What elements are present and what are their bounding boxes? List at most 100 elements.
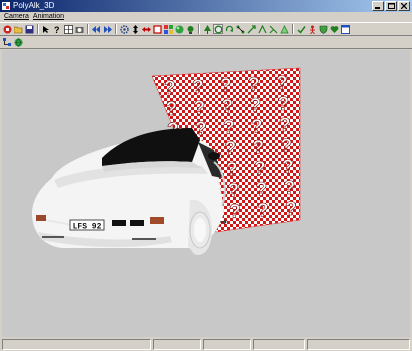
3d-viewport[interactable]: ??????????????????????????????????? — [2, 50, 410, 337]
scene-canvas: ??????????????????????????????????? — [32, 67, 301, 255]
cursor-icon — [42, 25, 49, 33]
status-pane-3 — [203, 339, 251, 350]
tool-button-8[interactable] — [91, 24, 101, 34]
texture-glyph: ? — [253, 137, 265, 158]
open-button[interactable] — [13, 24, 23, 34]
tool-button-28[interactable] — [329, 24, 339, 34]
tool-button-30[interactable] — [2, 37, 12, 47]
texture-glyph: ? — [229, 202, 241, 223]
tree-view-icon — [2, 37, 11, 46]
texture-glyph: ? — [192, 77, 204, 98]
texture-glyph: ? — [278, 94, 290, 115]
tool-button-22[interactable] — [257, 24, 267, 34]
stop-button[interactable] — [2, 24, 12, 34]
tree-icon — [203, 24, 211, 34]
window-title: PolyAlk_3D — [13, 1, 55, 10]
status-pane-4 — [252, 339, 305, 350]
close-button[interactable] — [398, 1, 410, 11]
move-vertical-icon — [132, 24, 138, 34]
secondary-toolbar — [0, 36, 412, 49]
maximize-icon — [387, 3, 395, 9]
application-window: PolyAlk_3D Camera Animation ? ? ? ? ? ? … — [0, 0, 412, 351]
edge-icon — [269, 25, 277, 33]
tool-button-11[interactable] — [130, 24, 140, 34]
tool-button-14[interactable] — [163, 24, 173, 34]
texture-glyph: ? — [225, 139, 237, 160]
toolbar-separator — [198, 24, 200, 34]
tool-button-16[interactable] — [185, 24, 195, 34]
camera-icon — [75, 26, 83, 33]
tool-button-29[interactable] — [340, 24, 350, 34]
tool-button-26[interactable] — [307, 24, 317, 34]
texture-glyph: ? — [250, 95, 262, 116]
save-icon — [25, 25, 33, 33]
grid-icon — [63, 24, 73, 34]
texture-glyph: ? — [222, 97, 234, 118]
tool-button-25[interactable] — [296, 24, 306, 34]
texture-glyph: ? — [194, 98, 206, 119]
globe-icon — [14, 37, 22, 47]
status-bar — [0, 338, 412, 351]
tool-button-10[interactable] — [119, 24, 129, 34]
face-icon — [279, 24, 289, 33]
forward-icon — [103, 25, 112, 33]
minimize-button[interactable] — [372, 1, 384, 11]
toolbar-separator — [115, 24, 117, 34]
tool-button-19[interactable] — [224, 24, 234, 34]
tool-button-27[interactable] — [318, 24, 328, 34]
toolbar-separator — [292, 24, 294, 34]
tool-button-21[interactable] — [246, 24, 256, 34]
tool-button-18[interactable] — [213, 24, 223, 34]
gear-icon — [119, 24, 129, 34]
save-button[interactable] — [24, 24, 34, 34]
tool-button-15[interactable] — [174, 24, 184, 34]
menu-bar: Camera Animation — [0, 12, 412, 22]
status-pane-5 — [306, 339, 411, 350]
sphere-icon — [175, 25, 183, 33]
tool-button-23[interactable] — [268, 24, 278, 34]
shield-icon — [319, 25, 327, 34]
checkmark-icon — [296, 25, 306, 34]
menu-animation[interactable]: Animation — [33, 12, 64, 22]
window-icon — [340, 24, 350, 34]
svg-text:?: ? — [54, 25, 60, 34]
toolbar-separator — [87, 24, 89, 34]
rewind-icon — [91, 25, 100, 33]
layers-icon — [163, 24, 173, 34]
car-model[interactable]: LFS 92 — [32, 128, 227, 255]
texture-glyph: ? — [251, 116, 263, 137]
scale-icon — [152, 24, 162, 34]
tool-button-20[interactable] — [235, 24, 245, 34]
tool-button-17[interactable] — [202, 24, 212, 34]
texture-glyph: ? — [254, 158, 266, 179]
tool-button-13[interactable] — [152, 24, 162, 34]
texture-glyph: ? — [256, 179, 268, 200]
tool-button-12[interactable] — [141, 24, 151, 34]
rotate-icon — [225, 25, 233, 32]
tool-button-9[interactable] — [102, 24, 112, 34]
help-button[interactable]: ? — [52, 24, 62, 34]
status-pane-2 — [153, 339, 202, 350]
close-icon — [401, 3, 407, 9]
tool-button-7[interactable] — [74, 24, 84, 34]
status-pane-1 — [2, 339, 152, 350]
link-icon — [247, 24, 256, 33]
texture-glyph: ? — [226, 160, 238, 181]
texture-glyph: ? — [279, 115, 291, 136]
app-icon — [2, 2, 10, 10]
title-bar: PolyAlk_3D — [0, 0, 412, 12]
move-horizontal-icon — [141, 26, 151, 32]
license-plate-text: LFS 92 — [73, 223, 102, 232]
texture-glyph: ? — [164, 78, 176, 99]
tool-button-24[interactable] — [279, 24, 289, 34]
tool-button-31[interactable] — [13, 37, 23, 47]
tool-button-6[interactable] — [63, 24, 73, 34]
texture-glyph: ? — [276, 73, 288, 94]
texture-glyph: ? — [223, 118, 235, 139]
tool-button-4[interactable] — [41, 24, 51, 34]
menu-camera[interactable]: Camera — [4, 12, 29, 22]
light-icon — [187, 25, 193, 34]
texture-glyph: ? — [228, 181, 240, 202]
maximize-button[interactable] — [385, 1, 397, 11]
texture-glyph: ? — [248, 74, 260, 95]
